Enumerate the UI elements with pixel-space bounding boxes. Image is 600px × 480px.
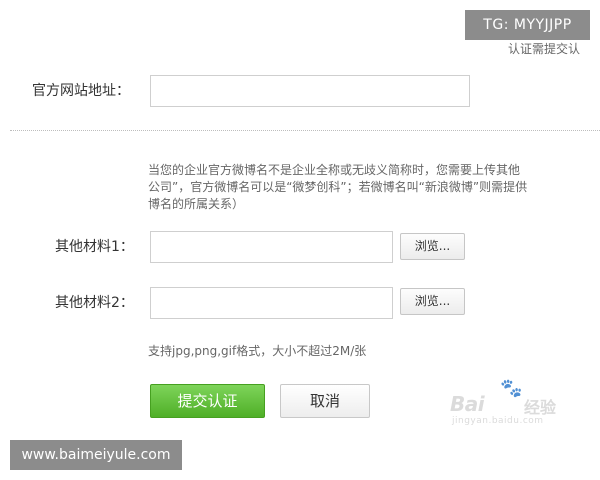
naming-note: 当您的企业官方微博名不是企业全称或无歧义简称时，您需要上传其他 公司”，官方微博… — [148, 162, 600, 213]
website-input[interactable] — [150, 75, 470, 107]
material1-browse-button[interactable]: 浏览... — [400, 233, 465, 260]
note-line: 公司”，官方微博名可以是“微梦创科”；若微博名叫“新浪微博”则需提供 — [148, 180, 528, 194]
top-note: 认证需提交认 — [508, 42, 581, 56]
cancel-button[interactable]: 取消 — [280, 384, 370, 418]
baidu-jingyan-watermark: 🐾 Bai 经验 jingyan.baidu.com — [448, 378, 578, 428]
paw-icon: 🐾 — [500, 378, 523, 399]
website-label: 官方网站地址： — [32, 83, 130, 99]
material2-label: 其他材料2： — [55, 295, 134, 311]
watermark-url: jingyan.baidu.com — [452, 416, 544, 426]
material1-file-input[interactable] — [150, 231, 393, 263]
watermark-brand-suffix: 经验 — [524, 398, 557, 417]
watermark-brand: Bai — [450, 392, 485, 416]
submit-verification-button[interactable]: 提交认证 — [150, 384, 265, 418]
note-line: 博名的所属关系） — [148, 197, 245, 211]
overlay-tag: TG: MYYJJPP — [465, 10, 590, 40]
section-divider — [10, 130, 600, 131]
material2-file-input[interactable] — [150, 287, 393, 319]
file-format-hint: 支持jpg,png,gif格式，大小不超过2M/张 — [148, 344, 367, 358]
material2-browse-button[interactable]: 浏览... — [400, 288, 465, 315]
site-url-overlay: www.baimeiyule.com — [10, 440, 182, 470]
material1-label: 其他材料1： — [55, 239, 134, 255]
note-line: 当您的企业官方微博名不是企业全称或无歧义简称时，您需要上传其他 — [148, 163, 521, 177]
